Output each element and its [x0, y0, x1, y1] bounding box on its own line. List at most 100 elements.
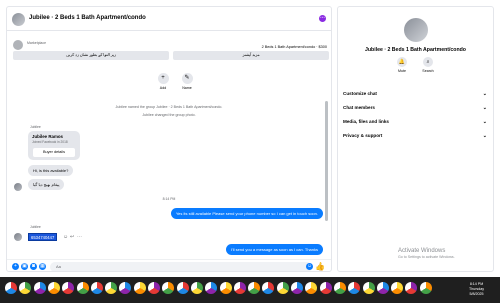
composer: + ▣ ◙ ▦ Aa ☺ 👍: [7, 259, 331, 271]
taskbar-app-icon[interactable]: [305, 282, 318, 294]
taskbar-app-icon[interactable]: [333, 282, 346, 294]
plus-icon[interactable]: +: [12, 263, 19, 270]
search-icon[interactable]: ⌕: [423, 57, 433, 67]
more-options-button[interactable]: مزید آپشنز: [173, 51, 329, 60]
taskbar-app-icon[interactable]: [319, 282, 332, 294]
bell-icon[interactable]: 🔔: [397, 57, 407, 67]
taskbar-app-icon[interactable]: [405, 282, 418, 294]
incoming-message[interactable]: پیغام بھیج دیا گیا: [28, 179, 65, 190]
menu-chat-members[interactable]: Chat members ⌄: [343, 101, 489, 115]
taskbar-app-icon[interactable]: [205, 282, 218, 294]
menu-media-files[interactable]: Media, files and links ⌄: [343, 115, 489, 129]
phone-number-message[interactable]: 6534740447: [28, 233, 58, 241]
like-icon[interactable]: 👍: [315, 262, 325, 271]
chevron-down-icon: ⌄: [482, 91, 487, 97]
taskbar-app-icon[interactable]: [162, 282, 175, 294]
menu-label: Customize chat: [343, 91, 377, 96]
outgoing-message[interactable]: I'll send you a message as soon as I can…: [225, 244, 323, 255]
react-icon[interactable]: ☺: [63, 234, 68, 240]
taskbar-app-icon[interactable]: [391, 282, 404, 294]
clock-date: 5/8/2025: [469, 292, 484, 296]
taskbar-app-icon[interactable]: [5, 282, 17, 294]
mute-label: Mute: [398, 69, 406, 73]
taskbar-app-icon[interactable]: [19, 282, 32, 294]
taskbar-app-icon[interactable]: [119, 282, 132, 294]
taskbar-app-icon[interactable]: [47, 282, 60, 294]
sender-name: Jubilee: [30, 125, 41, 129]
taskbar-app-icon[interactable]: [76, 282, 89, 294]
taskbar-app-icon[interactable]: [33, 282, 46, 294]
system-message-photo: Jubilee changed the group photo.: [142, 113, 196, 117]
message-thread: Jubilee named the group Jubilee · 2 Beds…: [7, 99, 331, 259]
taskbar-app-icon[interactable]: [176, 282, 189, 294]
listing-source: Marketplace: [27, 41, 47, 45]
chevron-down-icon: ⌄: [482, 105, 487, 111]
buyer-details-button[interactable]: Buyer details: [33, 148, 75, 157]
buyer-joined: Joined Facebook in 2018: [32, 140, 68, 144]
taskbar-app-icon[interactable]: [376, 282, 389, 294]
taskbar-app-icon[interactable]: [219, 282, 232, 294]
gif-icon[interactable]: ▦: [39, 263, 46, 270]
sender-avatar[interactable]: [14, 233, 22, 241]
more-icon[interactable]: ⋯: [77, 234, 82, 240]
search-action[interactable]: ⌕ Search: [418, 57, 438, 73]
taskbar-app-icon[interactable]: [362, 282, 375, 294]
watermark-title: Activate Windows: [398, 248, 446, 254]
name-label: Name: [182, 86, 192, 90]
taskbar-app-icon[interactable]: [233, 282, 246, 294]
taskbar-app-icon[interactable]: [291, 282, 303, 294]
outgoing-message[interactable]: Yes its still available Please send your…: [170, 208, 323, 219]
image-icon[interactable]: ▣: [21, 263, 28, 270]
taskbar-app-icon[interactable]: [276, 282, 289, 294]
taskbar-app-icon[interactable]: [62, 282, 75, 294]
mark-pending-button[interactable]: زیر التوا کے بطور نشان زد کریں: [13, 51, 169, 60]
menu-privacy-support[interactable]: Privacy & support ⌄: [343, 129, 489, 143]
emoji-icon[interactable]: ☺: [306, 263, 313, 270]
pencil-icon[interactable]: ✎: [181, 73, 193, 84]
more-options-icon[interactable]: ⋯: [319, 15, 326, 22]
marketplace-listing-bar: Marketplace 2 Beds 1 Bath Apartment/cond…: [7, 32, 331, 70]
chevron-down-icon[interactable]: ⌄: [129, 14, 134, 21]
taskbar-app-icon[interactable]: [190, 282, 203, 294]
message-input[interactable]: Aa: [50, 262, 312, 271]
conversation-info-panel: Jubilee · 2 Beds 1 Bath Apartment/condo …: [337, 6, 494, 272]
taskbar-app-icon[interactable]: [348, 282, 361, 294]
activate-windows-watermark: Activate Windows Go to Settings to activ…: [398, 248, 455, 259]
menu-label: Chat members: [343, 105, 375, 110]
taskbar-app-icon[interactable]: [148, 282, 160, 294]
add-icon[interactable]: +: [157, 73, 169, 84]
taskbar-app-icon[interactable]: [105, 282, 118, 294]
info-menu: Customize chat ⌄ Chat members ⌄ Media, fil…: [343, 87, 489, 143]
scrollbar[interactable]: [325, 101, 328, 221]
reply-icon[interactable]: ↩: [70, 234, 74, 240]
listing-summary[interactable]: 2 Beds 1 Bath Apartment/condo · $300: [262, 45, 327, 49]
info-title: Jubilee · 2 Beds 1 Bath Apartment/condo: [365, 47, 466, 53]
menu-label: Media, files and links: [343, 119, 389, 124]
sender-name: Jubilee: [30, 225, 41, 229]
group-avatar[interactable]: [12, 13, 25, 26]
sender-avatar[interactable]: [14, 183, 22, 191]
taskbar-app-icon[interactable]: [248, 282, 261, 294]
group-avatar: [404, 18, 428, 42]
mute-action[interactable]: 🔔 Mute: [392, 57, 412, 73]
menu-customize-chat[interactable]: Customize chat ⌄: [343, 87, 489, 101]
taskbar-app-icon[interactable]: [419, 282, 432, 294]
incoming-message[interactable]: Hi, is this available?: [28, 165, 74, 176]
search-label: Search: [422, 69, 434, 73]
taskbar-app-icon[interactable]: [262, 282, 275, 294]
listing-thumbnail: [13, 40, 23, 50]
taskbar-app-icon[interactable]: [133, 282, 146, 294]
menu-label: Privacy & support: [343, 133, 383, 138]
timestamp: 8:14 PM: [162, 197, 176, 201]
system-message-named: Jubilee named the group Jubilee · 2 Beds…: [115, 105, 223, 109]
listing-button-row: زیر التوا کے بطور نشان زد کریں مزید آپشن…: [13, 51, 329, 60]
chevron-down-icon: ⌄: [482, 133, 487, 139]
system-clock[interactable]: 8:14 PM Thursday 5/8/2025: [469, 282, 484, 297]
chat-header: Jubilee · 2 Beds 1 Bath Apartment/condo …: [7, 7, 331, 31]
taskbar: 8:14 PM Thursday 5/8/2025: [0, 277, 500, 303]
name-action[interactable]: ✎ Name: [172, 73, 202, 90]
sticker-icon[interactable]: ◙: [30, 263, 37, 270]
group-actions: + Add ✎ Name: [7, 73, 331, 95]
buyer-name: Jubilee Ramos: [32, 134, 63, 139]
taskbar-app-icon[interactable]: [90, 282, 103, 294]
